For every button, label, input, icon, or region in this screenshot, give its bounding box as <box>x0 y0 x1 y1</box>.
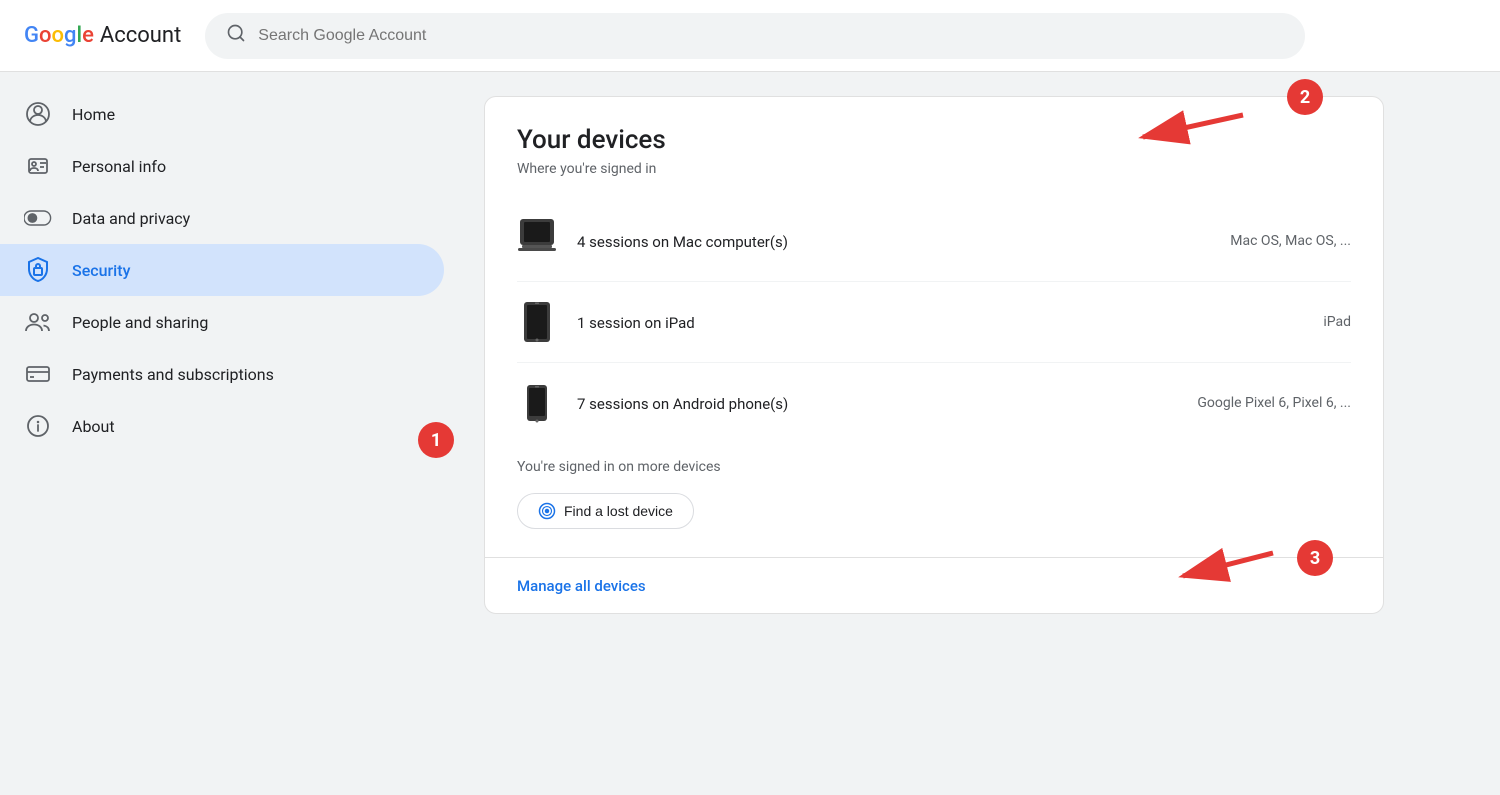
device-info-ipad: 1 session on iPad <box>577 313 1303 332</box>
sidebar-item-about[interactable]: About 1 <box>0 400 444 452</box>
sidebar: Home Personal info <box>0 72 460 795</box>
card-body: Your devices Where you're signed in 4 se… <box>485 97 1383 557</box>
sidebar-item-data-privacy-label: Data and privacy <box>72 209 190 228</box>
search-icon <box>226 23 246 48</box>
device-name-android: 7 sessions on Android phone(s) <box>577 395 788 413</box>
sidebar-item-people-sharing[interactable]: People and sharing <box>0 296 444 348</box>
page-layout: Home Personal info <box>0 72 1500 795</box>
device-row-ipad[interactable]: 1 session on iPad iPad <box>517 282 1351 363</box>
mac-device-icon <box>517 215 557 267</box>
device-detail-ipad: iPad <box>1323 314 1351 330</box>
find-lost-device-button[interactable]: Find a lost device <box>517 493 694 529</box>
card-subtitle: Where you're signed in <box>517 161 1351 177</box>
data-privacy-icon <box>24 204 52 232</box>
sidebar-item-security-label: Security <box>72 261 130 280</box>
header: Google Account <box>0 0 1500 72</box>
device-detail-mac: Mac OS, Mac OS, ... <box>1230 233 1351 249</box>
ipad-device-icon <box>517 296 557 348</box>
sidebar-item-home-label: Home <box>72 105 115 124</box>
sidebar-item-payments[interactable]: Payments and subscriptions <box>0 348 444 400</box>
sidebar-item-people-sharing-label: People and sharing <box>72 313 208 332</box>
more-devices-text: You're signed in on more devices <box>517 459 1351 475</box>
payments-icon <box>24 360 52 388</box>
about-icon <box>24 412 52 440</box>
main-content: 2 Your devices Where you're signed in <box>460 72 1500 795</box>
security-icon <box>24 256 52 284</box>
device-name-mac: 4 sessions on Mac computer(s) <box>577 233 788 251</box>
account-wordmark: Account <box>100 23 181 48</box>
google-account-logo: Google Account <box>24 23 181 48</box>
home-icon <box>24 100 52 128</box>
card-footer: Manage all devices 3 <box>485 557 1383 613</box>
sidebar-item-personal-info-label: Personal info <box>72 157 166 176</box>
device-row-mac[interactable]: 4 sessions on Mac computer(s) Mac OS, Ma… <box>517 201 1351 282</box>
people-sharing-icon <box>24 308 52 336</box>
google-wordmark: Google <box>24 23 94 48</box>
sidebar-item-security[interactable]: Security <box>0 244 444 296</box>
annotation-badge-1: 1 <box>418 422 454 458</box>
device-row-android[interactable]: 7 sessions on Android phone(s) Google Pi… <box>517 363 1351 443</box>
sidebar-item-data-privacy[interactable]: Data and privacy <box>0 192 444 244</box>
manage-all-devices-link[interactable]: Manage all devices <box>517 577 646 595</box>
android-device-icon <box>517 377 557 429</box>
annotation-arrow-1 <box>460 222 480 422</box>
search-bar[interactable] <box>205 13 1305 59</box>
search-input[interactable] <box>258 27 1284 45</box>
personal-info-icon <box>24 152 52 180</box>
annotation-badge-2: 2 <box>1287 79 1323 115</box>
sidebar-item-payments-label: Payments and subscriptions <box>72 365 274 384</box>
sidebar-item-home[interactable]: Home <box>0 88 444 140</box>
sidebar-item-about-label: About <box>72 417 115 436</box>
device-name-ipad: 1 session on iPad <box>577 314 695 332</box>
find-lost-device-label: Find a lost device <box>564 503 673 519</box>
device-detail-android: Google Pixel 6, Pixel 6, ... <box>1197 395 1351 411</box>
device-info-android: 7 sessions on Android phone(s) <box>577 394 1177 413</box>
sidebar-item-personal-info[interactable]: Personal info <box>0 140 444 192</box>
find-device-icon <box>538 502 556 520</box>
annotation-badge-3: 3 <box>1297 540 1333 576</box>
your-devices-card: 2 Your devices Where you're signed in <box>484 96 1384 614</box>
device-info-mac: 4 sessions on Mac computer(s) <box>577 232 1210 251</box>
card-title: Your devices <box>517 125 1351 155</box>
